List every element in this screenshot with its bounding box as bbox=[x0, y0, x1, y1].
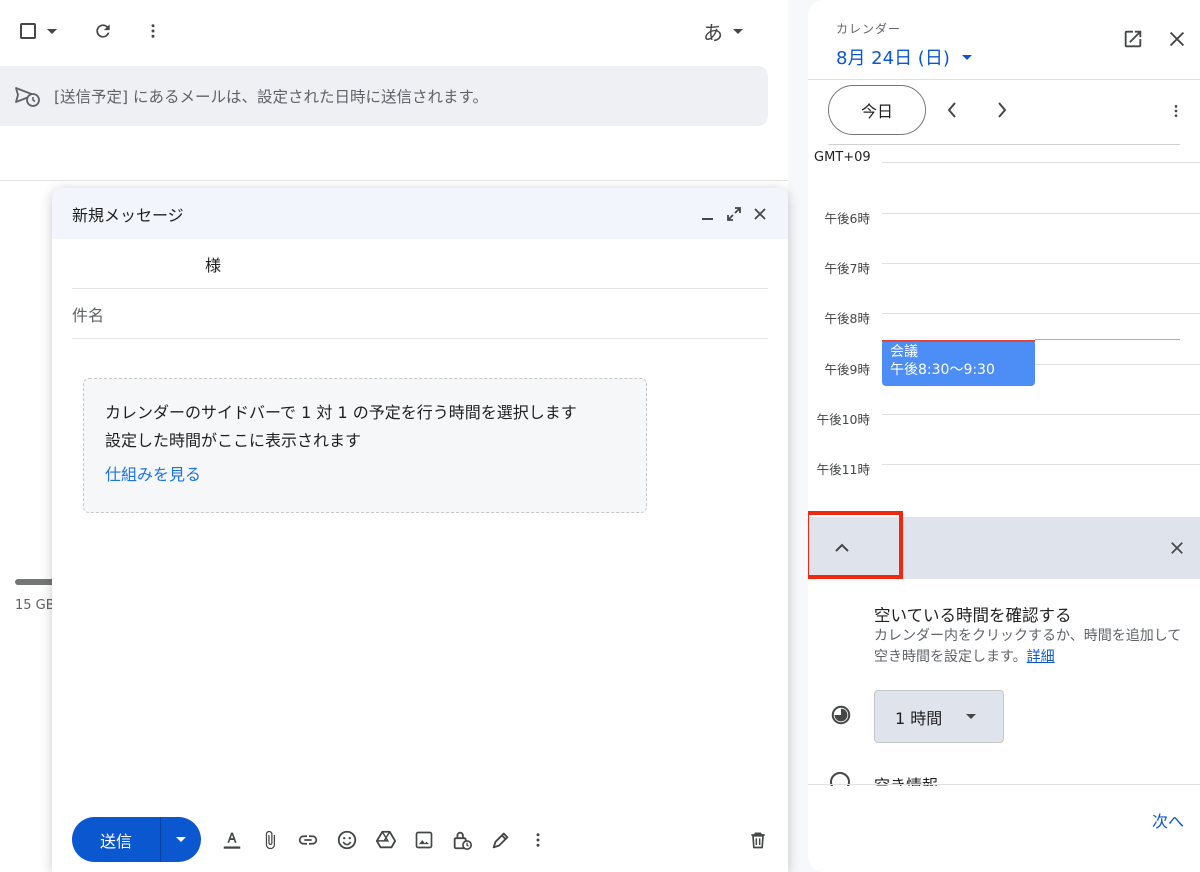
current-time-line bbox=[882, 340, 1035, 342]
refresh-icon bbox=[96, 24, 110, 38]
highlight-box bbox=[808, 511, 903, 579]
recipients-field[interactable]: 様 bbox=[72, 239, 768, 289]
current-date: 8月 24日 (日) bbox=[836, 48, 950, 69]
event-time: 午後8:30〜9:30 bbox=[890, 362, 995, 378]
hour-label: 午後11時 bbox=[816, 462, 870, 477]
list-divider bbox=[0, 180, 788, 181]
checkbox-icon bbox=[20, 23, 36, 39]
drive-icon[interactable] bbox=[375, 829, 397, 851]
hour-line bbox=[882, 162, 1200, 163]
calendar-label: カレンダー bbox=[836, 22, 902, 36]
banner-text: [送信予定] にあるメールは、設定された日時に送信されます。 bbox=[54, 88, 488, 106]
formatting-toolbar bbox=[221, 829, 547, 851]
subject-field[interactable]: 件名 bbox=[72, 289, 768, 339]
hour-label: 午後8時 bbox=[824, 311, 870, 326]
trash-icon[interactable] bbox=[748, 830, 768, 850]
hour-line bbox=[882, 213, 1200, 214]
storage-bar bbox=[15, 579, 55, 585]
date-picker[interactable]: 8月 24日 (日) bbox=[836, 44, 972, 70]
open-in-new-icon[interactable] bbox=[1122, 28, 1144, 50]
find-time-description: カレンダー内をクリックするか、時間を追加して空き時間を設定します。詳細 bbox=[874, 626, 1194, 668]
select-dropdown[interactable] bbox=[44, 14, 60, 48]
next-day-icon[interactable] bbox=[996, 100, 1008, 120]
scheduled-send-banner: [送信予定] にあるメールは、設定された日時に送信されます。 bbox=[0, 66, 768, 126]
caret-down-icon bbox=[176, 837, 187, 842]
caret-down-icon bbox=[966, 714, 977, 719]
fullscreen-icon[interactable] bbox=[726, 206, 742, 222]
input-tools-button[interactable]: あ bbox=[698, 14, 748, 48]
calendar-header-divider bbox=[808, 79, 1200, 80]
storage-text: 15 GB bbox=[15, 598, 55, 613]
attach-icon[interactable] bbox=[260, 829, 280, 851]
event-edge-line bbox=[1035, 339, 1180, 340]
recipient-value: 様 bbox=[205, 255, 222, 275]
hour-line bbox=[882, 414, 1200, 415]
calendar-event[interactable]: 会議 午後8:30〜9:30 bbox=[882, 340, 1035, 386]
compose-header-icons bbox=[700, 206, 768, 222]
prev-day-icon[interactable] bbox=[946, 100, 958, 120]
close-find-time-icon[interactable] bbox=[1168, 539, 1186, 557]
find-time-title: 空いている時間を確認する bbox=[874, 606, 1072, 625]
booking-info-card: カレンダーのサイドバーで 1 対 1 の予定を行う時間を選択します 設定した時間… bbox=[83, 378, 647, 513]
caret-down-icon bbox=[961, 54, 972, 60]
next-button[interactable]: 次へ bbox=[1152, 808, 1184, 832]
hour-label: 午後9時 bbox=[824, 362, 870, 377]
event-title: 会議 bbox=[890, 344, 918, 360]
send-button[interactable]: 送信 bbox=[72, 817, 162, 862]
text-format-icon[interactable] bbox=[221, 829, 243, 851]
duration-value: 1 時間 bbox=[895, 708, 943, 728]
mail-toolbar: あ bbox=[0, 14, 788, 48]
compose-window: 新規メッセージ 様 件名 カレンダーのサイドバーで 1 対 1 の予定を行う時間… bbox=[52, 188, 788, 872]
ime-label: あ bbox=[703, 20, 723, 45]
refresh-button[interactable] bbox=[92, 14, 114, 48]
signature-icon[interactable] bbox=[490, 829, 512, 851]
select-checkbox[interactable] bbox=[18, 14, 38, 48]
calendar-side-panel: カレンダー 8月 24日 (日) 今日 GMT+09 午後6時 午後7時 午後8… bbox=[808, 0, 1200, 872]
find-time-bar bbox=[808, 511, 1200, 579]
close-panel-icon[interactable] bbox=[1166, 28, 1188, 50]
close-icon[interactable] bbox=[752, 206, 768, 222]
calendar-top-icons bbox=[1122, 28, 1188, 50]
hour-line bbox=[882, 464, 1200, 465]
compose-bottom-bar: 送信 bbox=[72, 817, 768, 862]
minimize-icon[interactable] bbox=[700, 206, 716, 222]
caret-down-icon bbox=[733, 28, 743, 34]
hour-line bbox=[882, 313, 1200, 314]
more-vert-icon bbox=[151, 24, 155, 38]
emoji-icon[interactable] bbox=[336, 829, 358, 851]
subject-placeholder: 件名 bbox=[72, 305, 105, 325]
calendar-more-icon[interactable] bbox=[1168, 102, 1184, 120]
confidential-mode-icon[interactable] bbox=[451, 829, 473, 851]
info-line-1: カレンダーのサイドバーで 1 対 1 の予定を行う時間を選択します bbox=[105, 403, 577, 422]
footer-divider bbox=[808, 784, 1200, 785]
hour-label: 午後7時 bbox=[824, 261, 870, 276]
compose-title: 新規メッセージ bbox=[72, 205, 184, 225]
duration-select[interactable]: 1 時間 bbox=[874, 690, 1004, 743]
today-button[interactable]: 今日 bbox=[828, 85, 926, 135]
compose-header[interactable]: 新規メッセージ bbox=[52, 188, 788, 239]
send-options-button[interactable] bbox=[161, 817, 201, 862]
calendar-nav-divider bbox=[828, 144, 1180, 145]
details-link[interactable]: 詳細 bbox=[1027, 649, 1055, 665]
more-button[interactable] bbox=[144, 14, 162, 48]
insert-photo-icon[interactable] bbox=[414, 830, 434, 850]
info-line-2: 設定した時間がここに表示されます bbox=[105, 431, 362, 450]
scheduled-send-icon bbox=[15, 87, 40, 107]
how-it-works-link[interactable]: 仕組みを見る bbox=[105, 461, 201, 485]
hour-line bbox=[882, 263, 1200, 264]
hour-label: 午後6時 bbox=[824, 211, 870, 226]
hour-label: 午後10時 bbox=[816, 412, 870, 427]
more-options-icon[interactable] bbox=[529, 831, 547, 849]
timezone-label: GMT+09 bbox=[814, 150, 871, 165]
duration-clock-icon bbox=[831, 705, 851, 725]
link-icon[interactable] bbox=[297, 829, 319, 851]
send-button-group: 送信 bbox=[72, 817, 202, 862]
caret-down-icon bbox=[47, 28, 57, 34]
